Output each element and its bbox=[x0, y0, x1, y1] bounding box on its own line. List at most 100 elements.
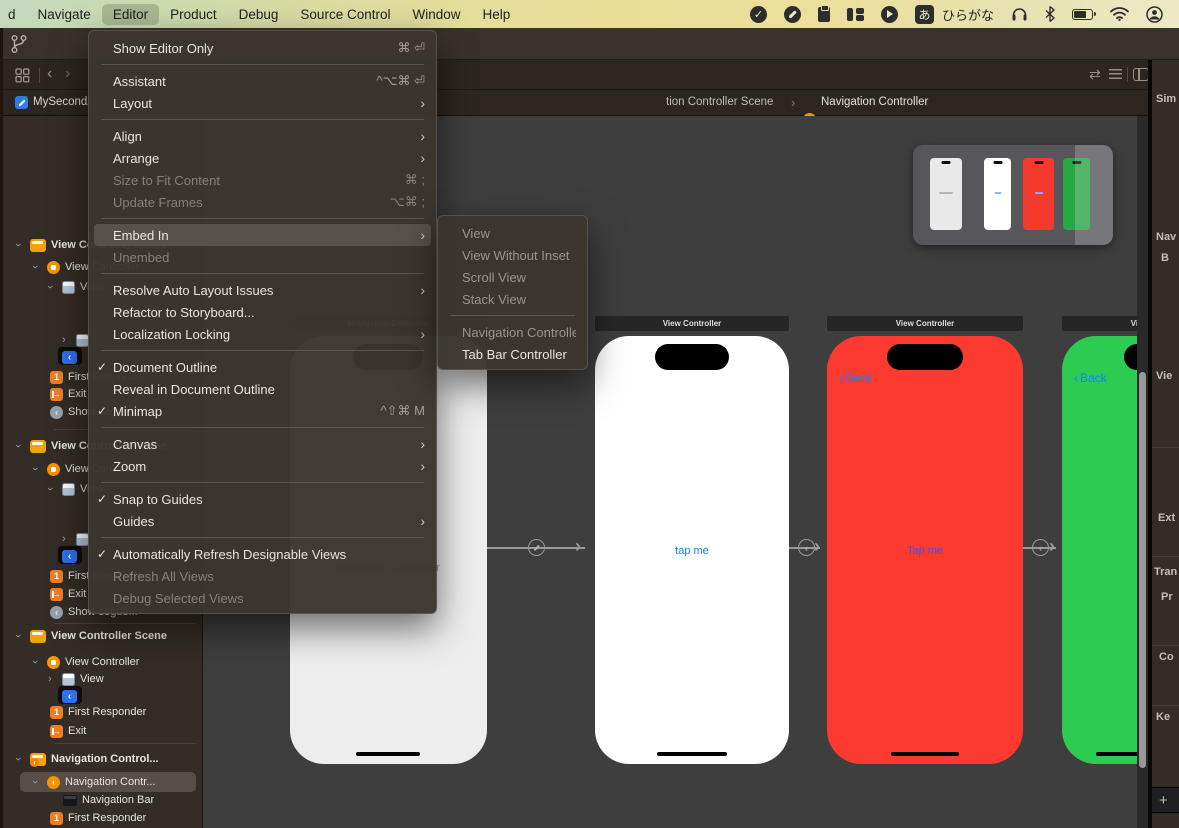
disclosure-icon[interactable] bbox=[33, 463, 42, 475]
menu-item-show-editor-only[interactable]: Show Editor Only ⌘ ⏎ bbox=[94, 37, 431, 59]
menu-item-snap-to-guides[interactable]: ✓ Snap to Guides bbox=[94, 488, 431, 510]
inspector-divider bbox=[1152, 556, 1179, 557]
outline-row-exit3[interactable]: → Exit bbox=[50, 722, 86, 740]
submenu-item-tab-bar-controller[interactable]: Tab Bar Controller bbox=[443, 343, 582, 365]
view-controller-icon bbox=[47, 655, 60, 669]
tap-me-button[interactable]: tap me bbox=[595, 545, 789, 557]
forward-button[interactable]: › bbox=[65, 65, 70, 83]
view-controller-scene-red[interactable]: ‹ Back Tap me bbox=[827, 336, 1023, 764]
scene-title-bar[interactable]: View Controller bbox=[1062, 316, 1137, 331]
disclosure-icon[interactable] bbox=[33, 776, 42, 788]
outline-row-vc3[interactable]: View Controller bbox=[33, 653, 139, 671]
outline-row-scene3[interactable]: View Controller Scene bbox=[16, 627, 167, 645]
menu-item-layout[interactable]: Layout › bbox=[94, 92, 431, 114]
breadcrumb-project[interactable]: MySecondApp bbox=[33, 96, 91, 108]
outline-row-exit1[interactable]: → Exit bbox=[50, 385, 86, 403]
breadcrumb-current[interactable]: Navigation Controller bbox=[821, 96, 928, 108]
outline-row-navigation-bar[interactable]: Navigation Bar bbox=[63, 791, 154, 809]
menu-item-canvas[interactable]: Canvas › bbox=[94, 433, 431, 455]
zoom-in-button[interactable]: + bbox=[1159, 792, 1168, 809]
outline-row-segue1[interactable]: ‹ bbox=[62, 348, 77, 366]
menu-find-partial[interactable]: d bbox=[4, 4, 27, 25]
disclosure-icon[interactable] bbox=[33, 261, 42, 273]
menu-help[interactable]: Help bbox=[471, 4, 521, 25]
disclosure-icon[interactable] bbox=[48, 673, 57, 685]
code-review-icon[interactable]: ⇄ bbox=[1089, 66, 1101, 83]
disclosure-icon[interactable] bbox=[62, 533, 71, 545]
scene-title-bar[interactable]: View Controller bbox=[595, 316, 789, 331]
input-source-icon[interactable]: あ bbox=[914, 4, 934, 24]
bluetooth-icon[interactable] bbox=[1045, 6, 1055, 22]
antivirus-icon[interactable] bbox=[783, 5, 801, 23]
relationship-segue-icon[interactable] bbox=[528, 539, 545, 556]
minimap-toggle-icon[interactable] bbox=[1109, 69, 1122, 80]
play-circle-icon[interactable] bbox=[880, 5, 898, 23]
push-segue-icon[interactable]: ‹ bbox=[798, 539, 815, 556]
menu-item-resolve-auto-layout-issues[interactable]: Resolve Auto Layout Issues › bbox=[94, 279, 431, 301]
view-controller-scene-white[interactable]: tap me bbox=[595, 336, 789, 764]
view-icon bbox=[62, 482, 75, 496]
back-button[interactable]: ‹ Back bbox=[839, 371, 872, 385]
menu-item-zoom[interactable]: Zoom › bbox=[94, 455, 431, 477]
menu-item-embed-in[interactable]: Embed In › bbox=[94, 224, 431, 246]
label: Unembed bbox=[113, 249, 170, 265]
disclosure-icon[interactable] bbox=[16, 630, 25, 642]
menu-item-align[interactable]: Align › bbox=[94, 125, 431, 147]
outline-row-nav-controller[interactable]: ‹ Navigation Contr... bbox=[33, 773, 156, 791]
view-controller-scene-green[interactable]: ‹ Back bbox=[1062, 336, 1137, 764]
disclosure-icon[interactable] bbox=[62, 334, 71, 346]
menu-debug[interactable]: Debug bbox=[228, 4, 290, 25]
navigation-scene-icon bbox=[30, 752, 46, 767]
user-account-icon[interactable] bbox=[1146, 5, 1163, 23]
stage-manager-icon[interactable] bbox=[846, 7, 864, 21]
minimap-viewport[interactable] bbox=[1075, 145, 1113, 245]
notch bbox=[1034, 161, 1043, 164]
disclosure-icon[interactable] bbox=[16, 239, 25, 251]
push-segue-icon[interactable]: ‹ bbox=[1032, 539, 1049, 556]
related-items-icon[interactable] bbox=[15, 68, 30, 83]
outline-row-exit2[interactable]: → Exit bbox=[50, 585, 86, 603]
menu-item-arrange[interactable]: Arrange › bbox=[94, 147, 431, 169]
canvas-scrollbar-thumb[interactable] bbox=[1139, 372, 1146, 768]
menu-item-document-outline[interactable]: ✓ Document Outline bbox=[94, 356, 431, 378]
back-button[interactable]: ‹ Back bbox=[1074, 371, 1107, 385]
menu-item-assistant[interactable]: Assistant ^⌥⌘ ⏎ bbox=[94, 70, 431, 92]
editor-options-icon[interactable] bbox=[1133, 68, 1149, 81]
breadcrumb-scene[interactable]: tion Controller Scene bbox=[666, 96, 773, 108]
menu-item-guides[interactable]: Guides › bbox=[94, 510, 431, 532]
submenu-item-view: View bbox=[443, 222, 582, 244]
outline-row-first-responder3[interactable]: 1 First Responder bbox=[50, 703, 146, 721]
outline-row-nav-scene[interactable]: Navigation Control... bbox=[16, 750, 159, 768]
input-source-label[interactable]: ひらがな bbox=[942, 5, 994, 24]
submenu-arrow-icon: › bbox=[420, 227, 425, 243]
canvas-zoom-controls[interactable]: + bbox=[1152, 787, 1179, 813]
headphones-icon[interactable] bbox=[1011, 6, 1028, 22]
wifi-icon[interactable] bbox=[1110, 7, 1129, 21]
battery-icon[interactable] bbox=[1072, 8, 1096, 20]
menu-source-control[interactable]: Source Control bbox=[289, 4, 401, 25]
check-circle-icon[interactable]: ✓ bbox=[749, 5, 767, 23]
label: Assistant bbox=[113, 73, 166, 89]
outline-row-first-responder4[interactable]: 1 First Responder bbox=[50, 809, 146, 827]
disclosure-icon[interactable] bbox=[33, 656, 42, 668]
menu-item-auto-refresh-designable-views[interactable]: ✓ Automatically Refresh Designable Views bbox=[94, 543, 431, 565]
menu-navigate[interactable]: Navigate bbox=[27, 4, 102, 25]
back-button[interactable]: ‹ bbox=[47, 65, 52, 83]
clipboard-icon[interactable] bbox=[817, 4, 830, 22]
disclosure-icon[interactable] bbox=[16, 440, 25, 452]
menu-window[interactable]: Window bbox=[401, 4, 471, 25]
menu-item-local-locking[interactable]: Localization Locking › bbox=[94, 323, 431, 345]
scene-title-bar[interactable]: View Controller bbox=[827, 316, 1023, 331]
tap-me-button[interactable]: Tap me bbox=[827, 545, 1023, 557]
menu-editor[interactable]: Editor bbox=[101, 3, 160, 25]
row-label: Exit bbox=[68, 388, 87, 400]
row-label: Exit bbox=[68, 725, 87, 737]
menu-product[interactable]: Product bbox=[159, 4, 228, 25]
menu-item-minimap[interactable]: ✓ Minimap ^⇧⌘ M bbox=[94, 400, 431, 422]
outline-row-segue2[interactable]: ‹ bbox=[62, 547, 77, 565]
disclosure-icon[interactable] bbox=[16, 753, 25, 765]
menu-item-reveal-in-document-outline[interactable]: Reveal in Document Outline bbox=[94, 378, 431, 400]
menu-item-refactor-to-storyboard[interactable]: Refactor to Storyboard... bbox=[94, 301, 431, 323]
disclosure-icon[interactable] bbox=[48, 483, 57, 495]
disclosure-icon[interactable] bbox=[48, 281, 57, 293]
